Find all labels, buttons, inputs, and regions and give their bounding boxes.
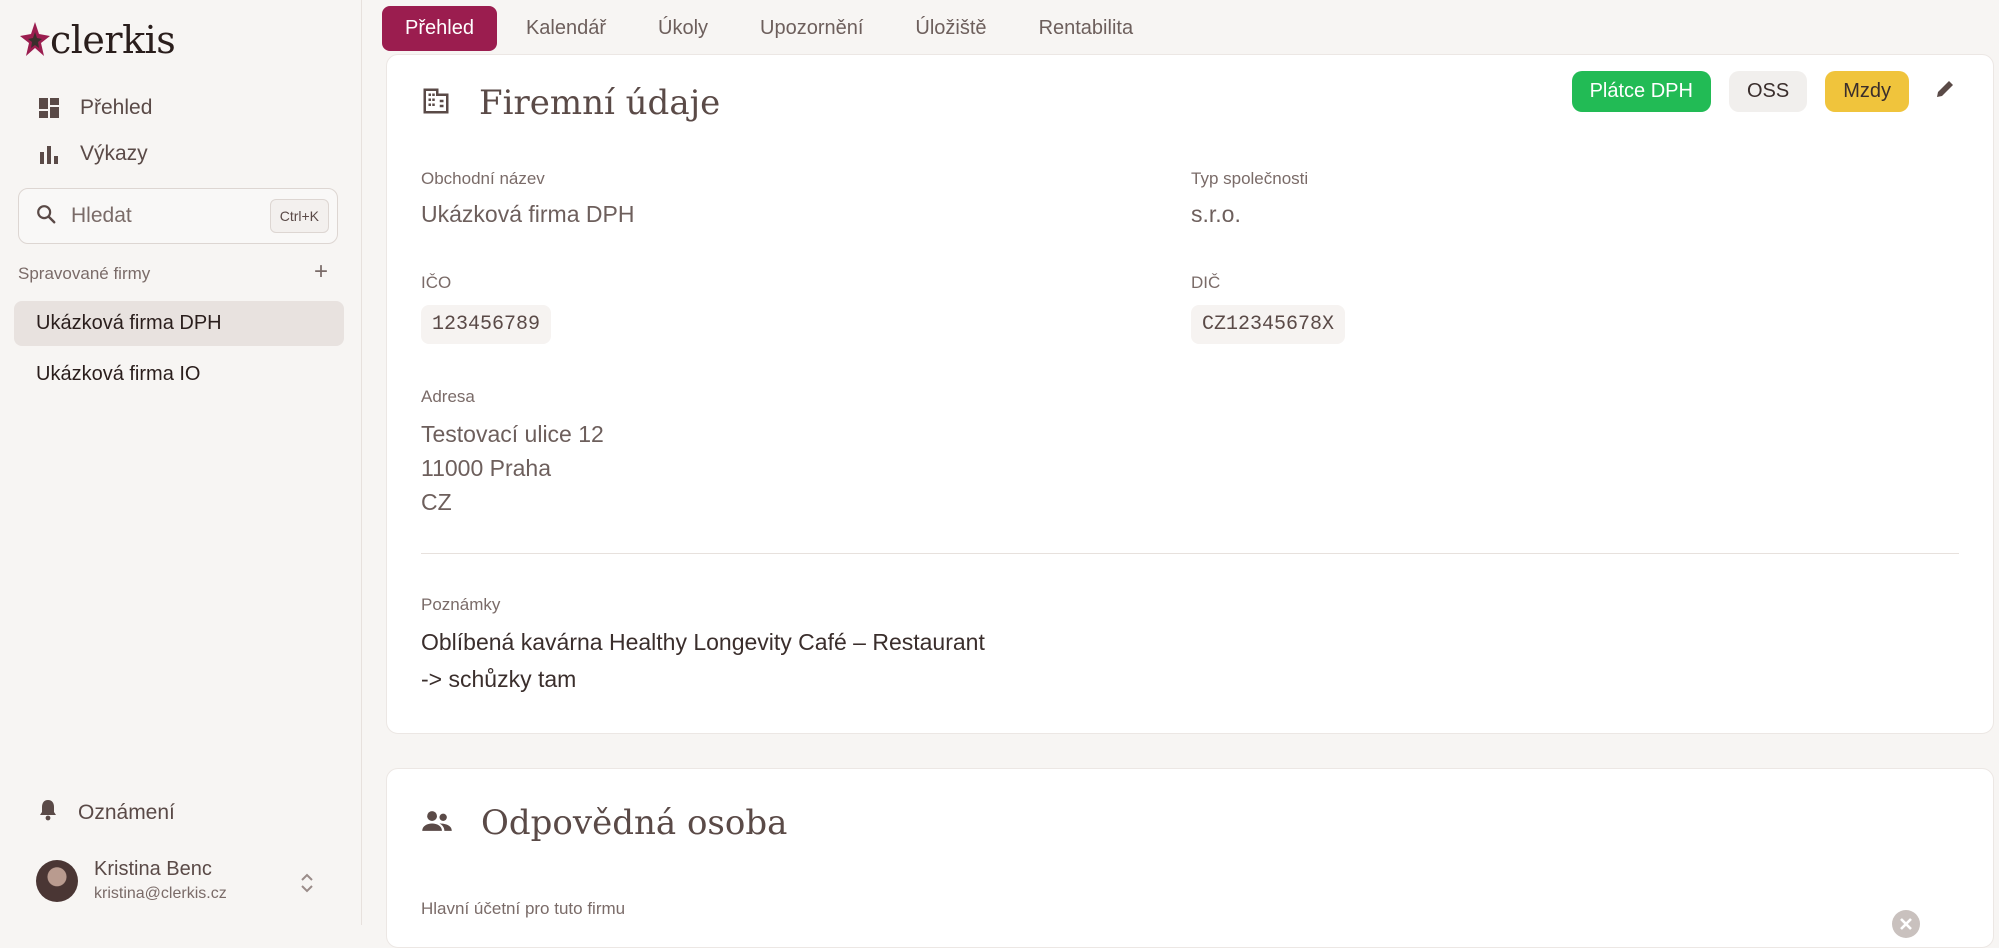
notifications-item[interactable]: Oznámení xyxy=(36,798,175,828)
company-type-value: s.r.o. xyxy=(1191,201,1241,227)
user-email: kristina@clerkis.cz xyxy=(94,885,227,902)
nav-label: Přehled xyxy=(80,96,153,119)
tab-ukoly[interactable]: Úkoly xyxy=(635,6,731,51)
address-line: 11000 Praha xyxy=(421,455,552,481)
address-line: Testovací ulice 12 xyxy=(421,421,604,447)
company-item-dph[interactable]: Ukázková firma DPH xyxy=(14,301,344,346)
tab-uloziste[interactable]: Úložiště xyxy=(892,6,1009,51)
sidebar: clerkis Přehled Výkazy Hledat Ctrl+K Spr… xyxy=(0,0,362,925)
bar-chart-icon xyxy=(36,141,62,167)
card-title: Firemní údaje xyxy=(479,83,721,123)
bell-icon xyxy=(36,798,60,828)
address-label: Adresa xyxy=(421,387,475,406)
logo-star-icon xyxy=(20,22,50,56)
edit-pencil-icon[interactable] xyxy=(1933,77,1957,106)
divider xyxy=(421,553,1959,554)
nav-label: Výkazy xyxy=(80,142,148,165)
tab-prehled[interactable]: Přehled xyxy=(382,6,497,51)
card-header: Odpovědná osoba xyxy=(421,803,787,843)
companies-section-label: Spravované firmy xyxy=(18,264,151,283)
avatar xyxy=(36,859,78,902)
search-icon xyxy=(35,203,57,230)
badge-mzdy: Mzdy xyxy=(1825,71,1909,112)
tab-bar: Přehled Kalendář Úkoly Upozornění Úložiš… xyxy=(382,6,1162,51)
dashboard-icon xyxy=(36,95,62,121)
notes-line: Oblíbená kavárna Healthy Longevity Café … xyxy=(421,629,985,655)
clear-icon[interactable] xyxy=(1891,909,1921,944)
nav-item-vykazy[interactable]: Výkazy xyxy=(36,141,148,167)
main-accountant-label: Hlavní účetní pro tuto firmu xyxy=(421,899,626,918)
company-item-io[interactable]: Ukázková firma IO xyxy=(14,352,344,397)
ico-value: 123456789 xyxy=(421,305,552,344)
business-name-value: Ukázková firma DPH xyxy=(421,201,635,227)
logo-text: clerkis xyxy=(50,18,176,62)
tab-upozorneni[interactable]: Upozornění xyxy=(737,6,886,51)
user-menu[interactable]: Kristina Benc kristina@clerkis.cz xyxy=(36,858,227,903)
responsible-person-card: Odpovědná osoba Hlavní účetní pro tuto f… xyxy=(386,768,1994,948)
badges: Plátce DPH OSS Mzdy xyxy=(1571,71,1957,112)
badge-oss: OSS xyxy=(1728,71,1808,112)
search-input[interactable]: Hledat Ctrl+K xyxy=(18,188,338,244)
chevron-up-down-icon[interactable] xyxy=(300,872,314,894)
search-placeholder: Hledat xyxy=(71,204,132,227)
card-header: Firemní údaje xyxy=(421,83,720,123)
tab-rentabilita[interactable]: Rentabilita xyxy=(1016,6,1157,51)
building-icon xyxy=(421,86,451,121)
company-type-label: Typ společnosti xyxy=(1191,169,1309,188)
logo[interactable]: clerkis xyxy=(20,18,176,62)
nav-item-prehled[interactable]: Přehled xyxy=(36,95,152,121)
notes-line: -> schůzky tam xyxy=(421,666,577,692)
notes-label: Poznámky xyxy=(421,595,501,614)
search-shortcut: Ctrl+K xyxy=(269,199,329,233)
tab-kalendar[interactable]: Kalendář xyxy=(503,6,629,51)
people-icon xyxy=(421,806,453,841)
notifications-label: Oznámení xyxy=(78,801,175,824)
add-company-button[interactable]: + xyxy=(314,258,328,286)
dic-label: DIČ xyxy=(1191,273,1221,292)
user-name: Kristina Benc xyxy=(94,858,212,880)
business-name-label: Obchodní název xyxy=(421,169,545,188)
ico-label: IČO xyxy=(421,273,452,292)
badge-platce-dph: Plátce DPH xyxy=(1571,71,1711,112)
dic-value: CZ12345678X xyxy=(1191,305,1346,344)
card-title: Odpovědná osoba xyxy=(481,803,788,843)
address-line: CZ xyxy=(421,489,452,515)
company-info-card: Firemní údaje Plátce DPH OSS Mzdy Obchod… xyxy=(386,54,1994,734)
